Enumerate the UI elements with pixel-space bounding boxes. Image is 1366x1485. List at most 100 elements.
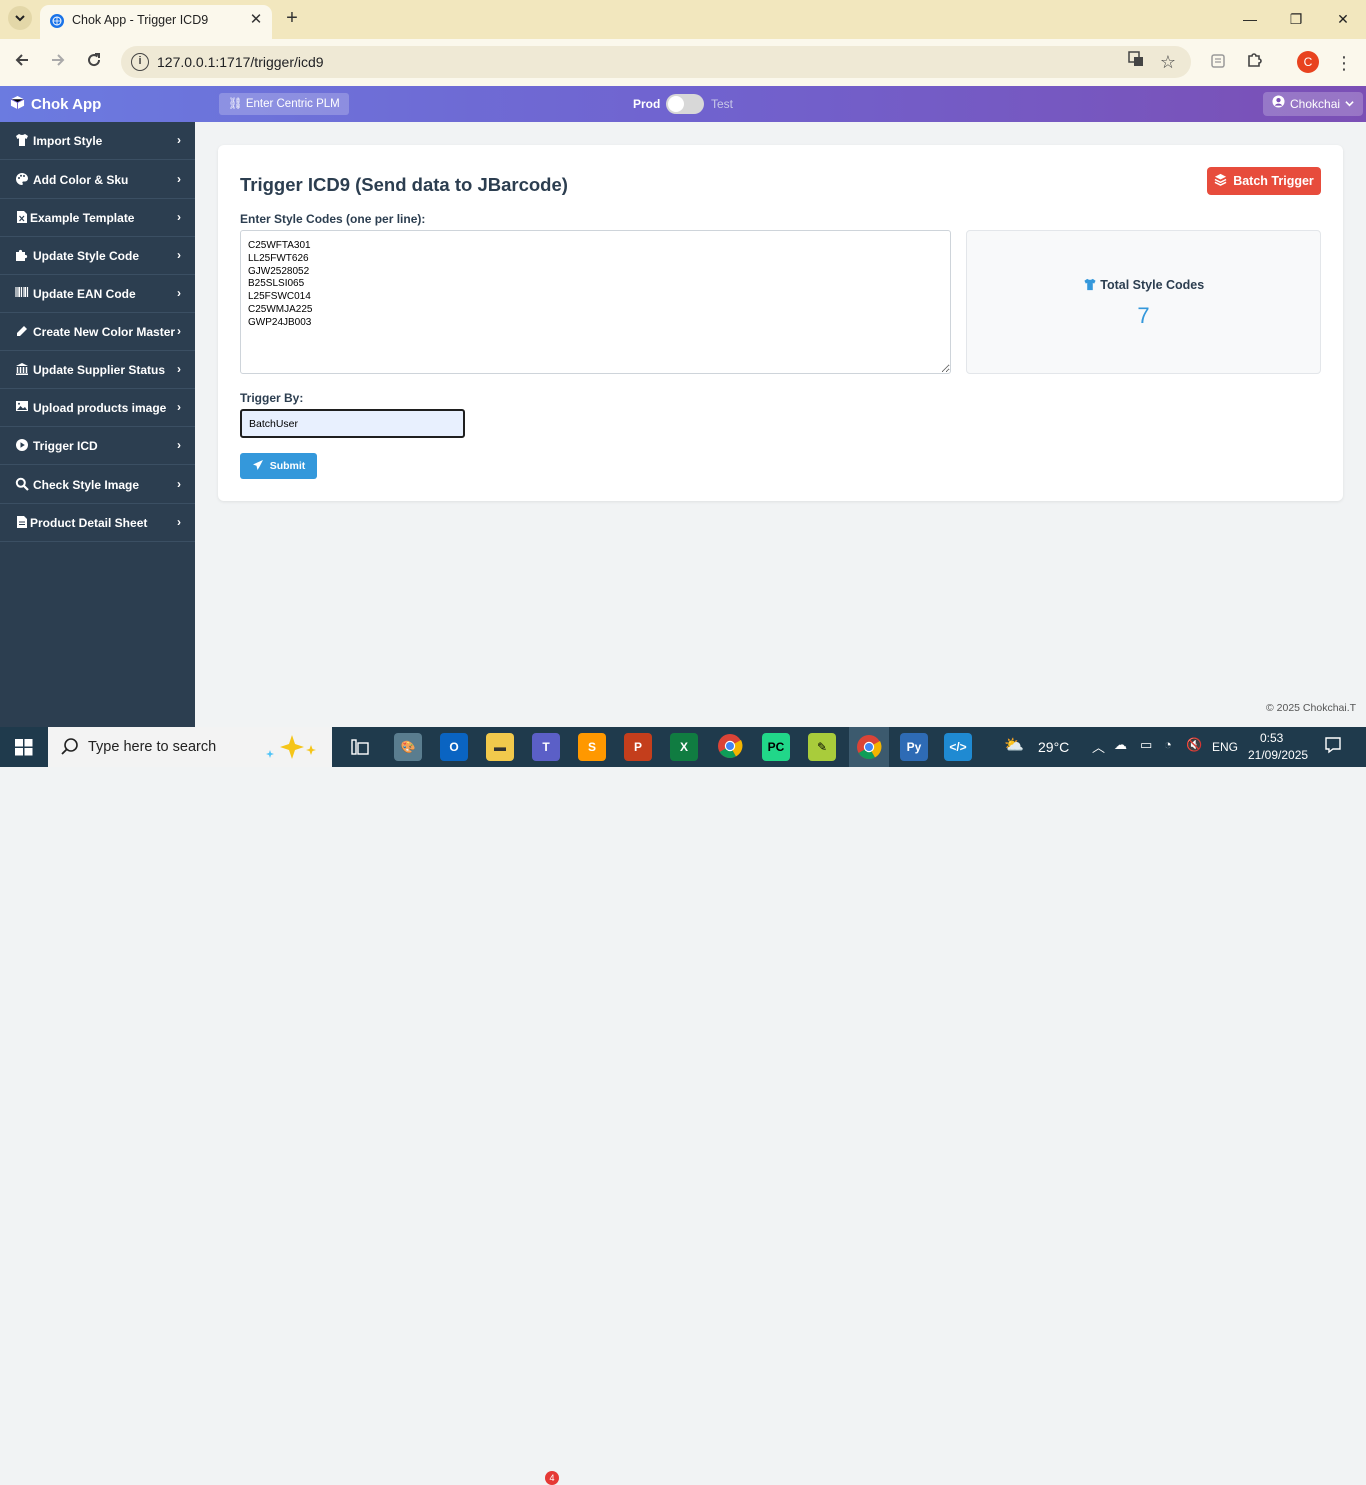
palette-icon [14,172,30,188]
excel-app-icon[interactable]: X [670,733,698,761]
sidebar-item-update-style-code[interactable]: Update Style Code › [0,237,195,275]
browser-tab-active[interactable]: Chok App - Trigger ICD9 ✕ [40,5,272,39]
chrome-app-icon[interactable] [716,733,744,761]
extensions-puzzle-icon[interactable] [1242,51,1266,75]
sidebar-item-label: Trigger ICD [33,439,98,453]
page-title: Trigger ICD9 (Send data to JBarcode) [240,174,568,195]
clock-date[interactable]: 21/09/2025 [1248,748,1308,762]
powerpoint-app-icon[interactable]: P [624,733,652,761]
tshirt-icon [14,133,30,149]
bookmark-star-icon[interactable]: ☆ [1156,50,1180,74]
browser-menu-icon[interactable]: ⋮ [1332,51,1356,75]
chevron-right-icon: › [177,477,181,491]
forward-arrow-icon[interactable] [46,51,70,75]
bank-icon [14,362,30,378]
minimize-window-icon[interactable]: — [1227,6,1273,32]
url-text: 127.0.0.1:1717/trigger/icd9 [157,54,324,70]
user-circle-icon [1272,92,1285,116]
tray-chevron-up-icon[interactable]: ︿ [1092,737,1105,756]
address-bar[interactable]: i 127.0.0.1:1717/trigger/icd9 ☆ [121,46,1191,78]
pdf-file-icon [14,515,30,531]
reload-icon[interactable] [82,51,106,75]
style-codes-label: Enter Style Codes (one per line): [240,212,426,226]
file-explorer-icon[interactable]: ▬ [486,733,514,761]
sidebar-item-update-supplier-status[interactable]: Update Supplier Status › [0,351,195,389]
sidebar: Import Style › Add Color & Sku › Example… [0,122,195,727]
total-style-codes-box: Total Style Codes 7 [966,230,1321,374]
sidebar-item-label: Upload products image [33,401,167,415]
sidebar-item-label: Product Detail Sheet [30,516,148,530]
sidebar-item-label: Update Style Code [33,249,140,263]
teams-badge: 4 [545,1471,559,1485]
link-icon: ⛓ [228,98,243,110]
sidebar-item-upload-products-image[interactable]: Upload products image › [0,389,195,427]
excel-file-icon [14,210,30,226]
outlook-app-icon[interactable]: O [440,733,468,761]
notification-icon[interactable] [1324,736,1342,759]
new-tab-plus-icon[interactable]: + [280,7,304,31]
sidebar-item-import-style[interactable]: Import Style › [0,122,195,160]
style-codes-textarea[interactable]: C25WFTA301 LL25FWT626 GJW2528052 B25SLSI… [240,230,951,374]
sidebar-item-check-style-image[interactable]: Check Style Image › [0,466,195,504]
submit-label: Submit [269,460,306,472]
batch-trigger-button[interactable]: Batch Trigger [1207,167,1321,195]
task-view-icon[interactable] [346,733,374,761]
tab-sidebar-icon[interactable] [1206,51,1230,75]
chevron-right-icon: › [177,515,181,529]
user-menu-dropdown[interactable]: Chokchai [1263,92,1364,116]
onedrive-cloud-icon[interactable]: ☁ [1114,737,1127,753]
vscode-app-icon[interactable]: </> [944,733,972,761]
restore-window-icon[interactable]: ❐ [1273,6,1319,32]
translate-icon[interactable] [1124,50,1148,74]
chevron-right-icon: › [177,324,181,338]
sidebar-item-update-ean-code[interactable]: Update EAN Code › [0,275,195,313]
pycharm-app-icon[interactable]: PC [762,733,790,761]
back-arrow-icon[interactable] [10,51,34,75]
env-toggle-switch[interactable] [666,94,704,114]
total-style-codes-count: 7 [1137,303,1150,328]
sidebar-item-create-new-color-master[interactable]: Create New Color Master › [0,313,195,351]
display-icon[interactable]: ▭ [1140,737,1152,753]
sidebar-item-trigger-icd[interactable]: Trigger ICD › [0,427,195,465]
tab-title: Chok App - Trigger ICD9 [72,13,209,27]
sidebar-item-add-color-sku[interactable]: Add Color & Sku › [0,161,195,199]
chevron-right-icon: › [177,210,181,224]
windows-start-icon[interactable] [0,727,48,767]
user-name: Chokchai [1290,97,1341,111]
close-tab-icon[interactable]: ✕ [247,11,265,29]
trigger-by-label: Trigger By: [240,391,304,405]
python-app-icon[interactable]: Py [900,733,928,761]
site-info-icon[interactable]: i [131,53,149,71]
windows-taskbar: Type here to search 🎨 O ▬ T 4 S P X PC ✎… [0,727,1366,1485]
paint-app-icon[interactable]: 🎨 [394,733,422,761]
chevron-right-icon: › [177,133,181,147]
taskbar-search-box[interactable]: Type here to search [48,727,332,767]
sidebar-item-label: Example Template [30,211,135,225]
enter-centric-plm-button[interactable]: ⛓ Enter Centric PLM [219,93,349,115]
chevron-right-icon: › [177,362,181,376]
tab-search-chevron-icon[interactable] [8,6,32,30]
submit-button[interactable]: Submit [240,453,317,479]
brand[interactable]: Chok App [10,95,101,114]
weather-temp: 29°C [1038,739,1070,755]
cube-icon [10,95,25,114]
tool-app-icon[interactable]: ✎ [808,733,836,761]
clock-time[interactable]: 0:53 [1260,731,1330,745]
teams-app-icon[interactable]: T [532,733,560,761]
language-indicator[interactable]: ENG [1212,740,1238,754]
chevron-right-icon: › [177,400,181,414]
close-window-icon[interactable]: ✕ [1320,6,1366,32]
sidebar-item-product-detail-sheet[interactable]: Product Detail Sheet › [0,504,195,542]
sidebar-item-label: Add Color & Sku [33,173,129,187]
chrome-active-taskbar-item[interactable] [849,727,889,767]
sublime-text-icon[interactable]: S [578,733,606,761]
sidebar-item-example-template[interactable]: Example Template › [0,199,195,237]
trigger-by-input[interactable] [240,409,465,438]
wifi-icon[interactable]: ◔ [1164,737,1172,752]
chevron-right-icon: › [177,438,181,452]
profile-avatar[interactable]: C [1297,51,1319,73]
chevron-right-icon: › [177,248,181,262]
volume-muted-icon[interactable]: 🔇 [1186,737,1202,753]
layers-icon [1214,173,1227,189]
browser-tab-strip: Chok App - Trigger ICD9 ✕ + — ❐ ✕ [0,0,1366,39]
